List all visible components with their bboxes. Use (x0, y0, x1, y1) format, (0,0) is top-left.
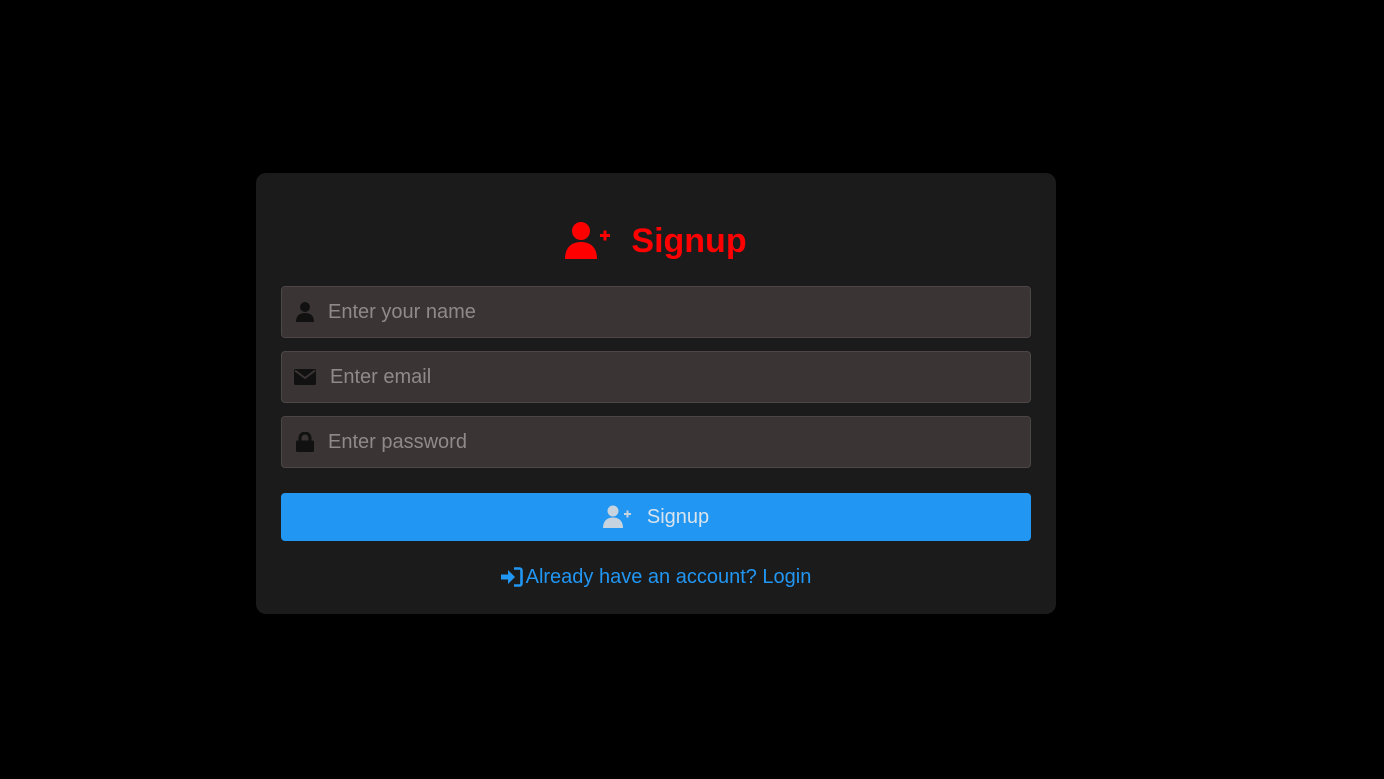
lock-icon (282, 417, 328, 467)
email-field (281, 351, 1031, 403)
signup-button-label: Signup (646, 505, 710, 528)
name-field (281, 286, 1031, 338)
sign-in-icon (500, 567, 523, 587)
signup-header: Signup (256, 218, 1056, 264)
user-icon (282, 287, 328, 337)
signup-card: Signup Enter your name Enter email Signu… (256, 173, 1056, 614)
login-link[interactable]: Already have an account? Login (256, 565, 1056, 589)
password-input[interactable] (328, 418, 1030, 466)
signup-button[interactable]: Signup (281, 493, 1031, 541)
user-plus-icon (565, 221, 611, 261)
name-input[interactable] (328, 288, 1030, 336)
email-input[interactable] (330, 353, 1030, 401)
login-link-text: Already have an account? Login (525, 565, 812, 588)
page-title: Signup (631, 222, 747, 260)
envelope-icon (282, 352, 328, 402)
password-field (281, 416, 1031, 468)
user-plus-icon (602, 505, 631, 529)
